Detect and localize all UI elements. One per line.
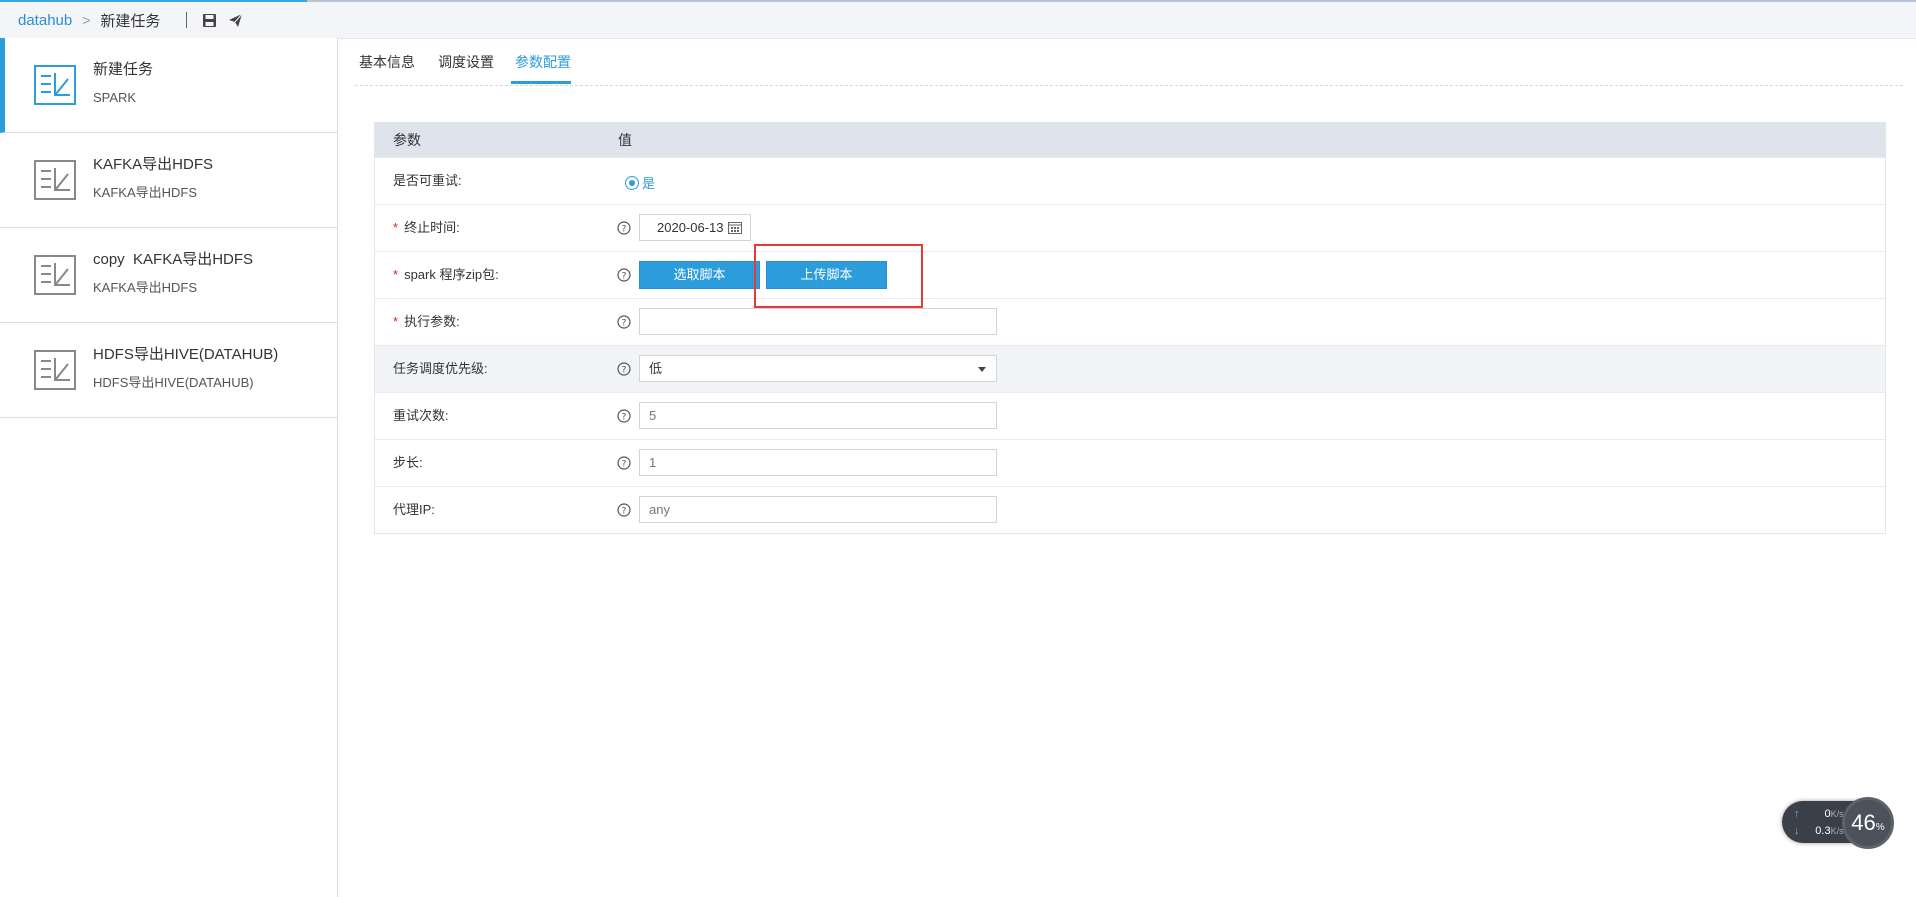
help-icon[interactable]: ? — [617, 409, 631, 423]
row-exec-params: * 执行参数: ? — [375, 299, 1885, 346]
up-arrow-icon: ↑ — [1794, 808, 1800, 820]
task-title: KAFKA导出HDFS — [93, 156, 214, 173]
active-tab-indicator — [511, 81, 571, 84]
task-title: HDFS导出HIVE(DATAHUB) — [93, 346, 279, 363]
upload-speed: ↑ 0K/s — [1794, 808, 1844, 820]
task-subtitle: KAFKA导出HDFS — [93, 185, 198, 200]
tab-param-config[interactable]: 参数配置 — [515, 52, 571, 72]
priority-value: 低 — [649, 361, 663, 376]
task-title: copy KAFKA导出HDFS — [93, 251, 254, 268]
param-table: 参数 值 是否可重试: 是 * 终止时间: ? 2020-06-13 * spark… — [374, 122, 1886, 534]
row-retry: 是否可重试: 是 — [375, 158, 1885, 205]
upload-value: 0 — [1824, 808, 1831, 820]
tab-basic-info[interactable]: 基本信息 — [359, 52, 415, 72]
svg-text:?: ? — [622, 272, 627, 282]
task-chart-icon — [34, 350, 76, 390]
usage-percent: 46 — [1851, 810, 1876, 835]
row-spark-zip: * spark 程序zip包: ? 选取脚本 上传脚本 — [375, 252, 1885, 299]
download-value: 0.3 — [1815, 825, 1831, 837]
task-item-new[interactable]: 新建任务 SPARK — [0, 38, 337, 133]
breadcrumb-separator: > — [82, 12, 91, 28]
help-icon[interactable]: ? — [617, 362, 631, 376]
save-icon[interactable] — [201, 12, 217, 28]
task-sidebar: 新建任务 SPARK KAFKA导出HDFS KAFKA导出HDFS copy — [0, 38, 338, 897]
help-icon[interactable]: ? — [617, 268, 631, 282]
percent-sign: % — [1875, 822, 1885, 833]
send-icon[interactable] — [227, 12, 243, 28]
table-header: 参数 值 — [375, 123, 1885, 158]
calendar-icon[interactable] — [728, 221, 742, 234]
svg-text:?: ? — [622, 366, 627, 376]
row-label: 终止时间: — [404, 220, 460, 235]
row-step: 步长: ? 1 — [375, 440, 1885, 487]
row-label: 执行参数: — [404, 314, 460, 329]
row-priority: 任务调度优先级: ? 低 — [375, 346, 1885, 393]
priority-select[interactable]: 低 — [639, 355, 997, 382]
svg-text:?: ? — [622, 507, 627, 517]
row-retry-count: 重试次数: ? 5 — [375, 393, 1885, 440]
task-item-copy-kafka-hdfs[interactable]: copy KAFKA导出HDFS KAFKA导出HDFS — [0, 228, 337, 323]
usage-percent-circle: 46% — [1842, 797, 1894, 849]
row-proxy-ip: 代理IP: ? any — [375, 487, 1885, 533]
help-icon[interactable]: ? — [617, 456, 631, 470]
radio-checked-icon — [625, 175, 639, 190]
retry-count-input[interactable]: 5 — [639, 402, 997, 429]
row-label: 步长: — [393, 455, 423, 470]
select-script-button[interactable]: 选取脚本 — [639, 261, 760, 289]
header-param: 参数 — [393, 132, 421, 148]
task-subtitle: KAFKA导出HDFS — [93, 280, 198, 295]
tab-schedule-settings[interactable]: 调度设置 — [438, 52, 494, 72]
task-title: 新建任务 — [93, 61, 154, 78]
tab-bar: 基本信息 调度设置 参数配置 — [355, 38, 1903, 86]
row-label: 代理IP: — [393, 502, 435, 517]
svg-text:?: ? — [622, 460, 627, 470]
header-divider — [186, 12, 188, 28]
step-input[interactable]: 1 — [639, 449, 997, 476]
required-mark: * — [393, 220, 399, 235]
exec-params-input[interactable] — [639, 308, 997, 335]
svg-text:?: ? — [622, 413, 627, 423]
task-subtitle: SPARK — [93, 90, 137, 105]
row-end-time: * 终止时间: ? 2020-06-13 — [375, 205, 1885, 252]
row-label: spark 程序zip包: — [404, 267, 499, 282]
download-speed: ↓ 0.3K/s — [1794, 825, 1844, 837]
task-chart-icon — [34, 65, 76, 105]
row-label: 任务调度优先级: — [393, 361, 488, 376]
task-item-hdfs-hive[interactable]: HDFS导出HIVE(DATAHUB) HDFS导出HIVE(DATAHUB) — [0, 323, 337, 418]
chevron-down-icon — [978, 367, 986, 372]
header-bar: datahub > 新建任务 — [0, 2, 1916, 39]
proxy-ip-input[interactable]: any — [639, 496, 997, 523]
retry-radio-yes[interactable]: 是 — [625, 173, 655, 192]
task-subtitle: HDFS导出HIVE(DATAHUB) — [93, 375, 254, 390]
task-item-kafka-hdfs[interactable]: KAFKA导出HDFS KAFKA导出HDFS — [0, 133, 337, 228]
task-chart-icon — [34, 160, 76, 200]
help-icon[interactable]: ? — [617, 503, 631, 517]
help-icon[interactable]: ? — [617, 221, 631, 235]
svg-text:?: ? — [622, 225, 627, 235]
radio-label: 是 — [642, 176, 656, 191]
down-arrow-icon: ↓ — [1794, 825, 1800, 837]
svg-text:?: ? — [622, 319, 627, 329]
task-chart-icon — [34, 255, 76, 295]
date-value: 2020-06-13 — [657, 220, 724, 235]
row-label-wrap: * 执行参数: — [393, 299, 460, 345]
end-time-date-input[interactable]: 2020-06-13 — [639, 214, 751, 241]
highlight-annotation-box — [754, 244, 923, 308]
row-label: 重试次数: — [393, 408, 449, 423]
breadcrumb-root[interactable]: datahub — [18, 12, 72, 29]
network-speed-widget[interactable]: ↑ 0K/s ↓ 0.3K/s 46% — [1782, 797, 1902, 849]
row-label-wrap: * 终止时间: — [393, 205, 460, 251]
breadcrumb-current: 新建任务 — [100, 12, 161, 30]
header-value: 值 — [618, 132, 632, 148]
help-icon[interactable]: ? — [617, 315, 631, 329]
required-mark: * — [393, 314, 399, 329]
row-label: 是否可重试: — [393, 173, 462, 188]
row-label-wrap: * spark 程序zip包: — [393, 252, 499, 298]
required-mark: * — [393, 267, 399, 282]
